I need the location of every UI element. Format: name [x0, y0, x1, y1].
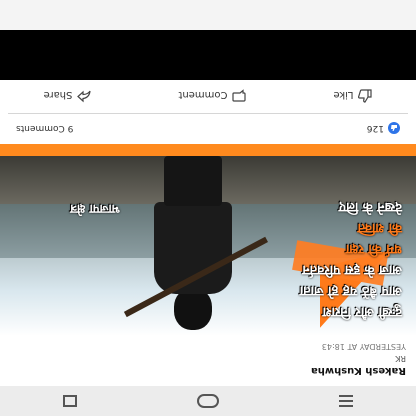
home-icon[interactable] — [196, 389, 220, 413]
post-image[interactable]: दुःखी और निराश आप बैठें यह हो जाता आज के… — [0, 156, 416, 336]
comment-label: Comment — [178, 89, 228, 101]
post-timestamp: YESTERDAY AT 18:43 — [321, 342, 406, 351]
rotated-screenshot: Rakesh Kushwha RK YESTERDAY AT 18:43 दुः… — [0, 0, 416, 416]
system-navigation-bar — [0, 386, 416, 416]
post-actions: Like Comment Share — [0, 80, 416, 110]
caption-line: दुःखी और निराश — [322, 304, 402, 319]
like-badge-icon — [388, 122, 400, 134]
image-caption: दुःखी और निराश आप बैठें यह हो जाता आज के… — [162, 172, 402, 322]
caption-line: आज के इस परिवर्तन — [302, 262, 402, 277]
post-stats: 126 9 Comments — [0, 116, 416, 136]
image-name-tag: भाजपा क्षेत्र — [70, 202, 120, 216]
author-subtitle: RK — [395, 354, 406, 363]
comment-bubble-icon — [232, 87, 247, 104]
share-button[interactable]: Share — [44, 87, 92, 104]
post-card: Rakesh Kushwha RK YESTERDAY AT 18:43 दुः… — [0, 80, 416, 386]
post-header: Rakesh Kushwha RK YESTERDAY AT 18:43 — [6, 340, 410, 380]
like-button[interactable]: Like — [334, 87, 373, 104]
black-band — [0, 30, 416, 80]
caption-line: धर्म की रक्षा — [345, 241, 402, 256]
menu-icon[interactable] — [334, 389, 358, 413]
share-label: Share — [43, 89, 73, 101]
comment-button[interactable]: Comment — [178, 87, 247, 104]
screen: Rakesh Kushwha RK YESTERDAY AT 18:43 दुः… — [0, 0, 416, 416]
caption-line: की शक्ति — [357, 220, 402, 235]
like-label: Like — [333, 89, 354, 101]
likes-summary[interactable]: 126 — [367, 122, 400, 134]
share-arrow-icon — [77, 87, 92, 104]
orange-stripe — [0, 144, 416, 156]
comments-count[interactable]: 9 Comments — [16, 123, 73, 133]
back-icon[interactable] — [58, 389, 82, 413]
thumbs-up-icon — [358, 87, 373, 104]
author-name[interactable]: Rakesh Kushwha — [311, 365, 406, 376]
caption-line: देखने के लिए — [338, 199, 402, 214]
caption-line: आप बैठें यह हो जाता — [299, 283, 402, 298]
top-bar — [0, 0, 416, 30]
divider — [8, 113, 408, 114]
likes-count: 126 — [366, 123, 384, 133]
